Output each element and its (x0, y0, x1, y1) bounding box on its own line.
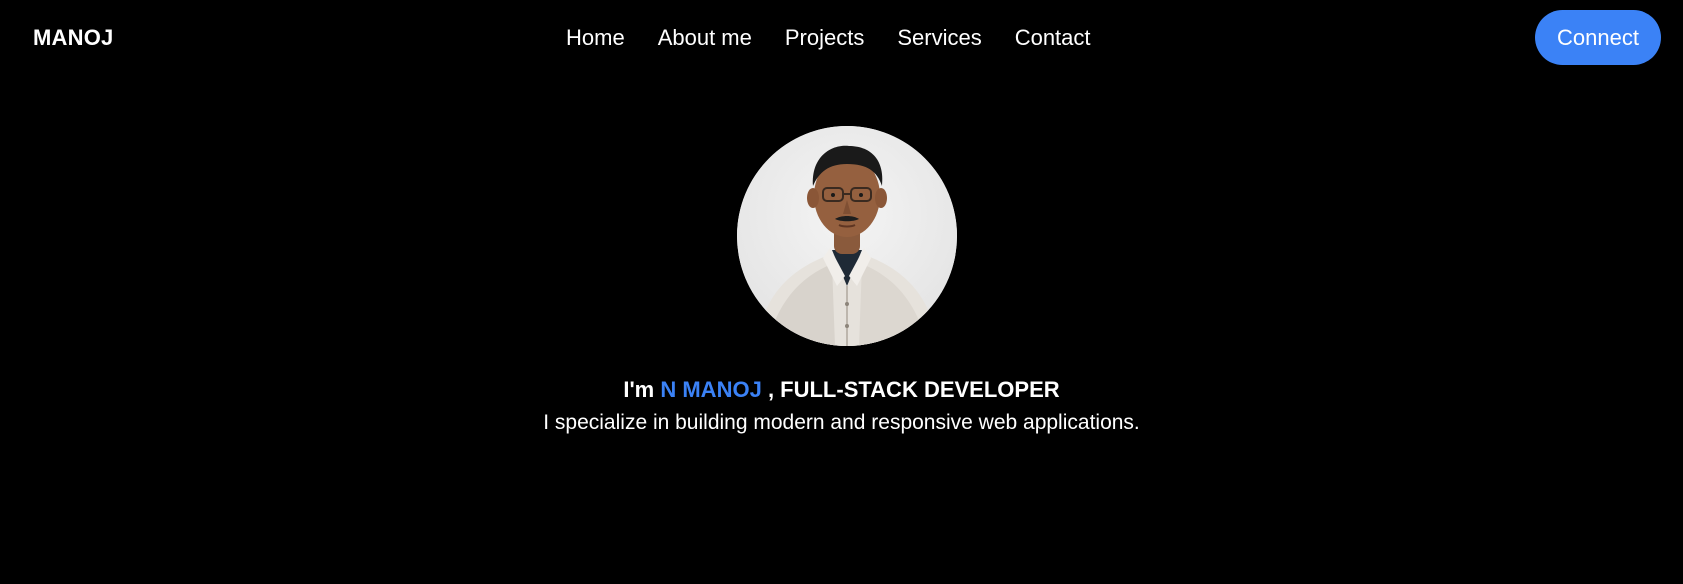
portfolio-page: MANOJ Home About me Projects Services Co… (0, 0, 1683, 584)
connect-button[interactable]: Connect (1535, 10, 1661, 65)
profile-avatar (737, 126, 957, 346)
hero-role: , FULL-STACK DEVELOPER (767, 377, 1060, 402)
brand-logo[interactable]: MANOJ (33, 25, 113, 51)
hero-description: I specialize in building modern and resp… (543, 411, 1140, 434)
hero-headline: I'm N MANOJ , FULL-STACK DEVELOPER (0, 376, 1683, 404)
intro-prefix: I'm (623, 377, 655, 402)
nav-about[interactable]: About me (658, 24, 752, 52)
nav-services[interactable]: Services (897, 24, 981, 52)
nav-projects[interactable]: Projects (785, 24, 864, 52)
hero-name: N MANOJ (660, 377, 762, 402)
nav-home[interactable]: Home (566, 24, 625, 52)
profile-photo (737, 126, 957, 346)
nav-contact[interactable]: Contact (1015, 24, 1091, 52)
main-nav: Home About me Projects Services Contact (566, 24, 1091, 52)
